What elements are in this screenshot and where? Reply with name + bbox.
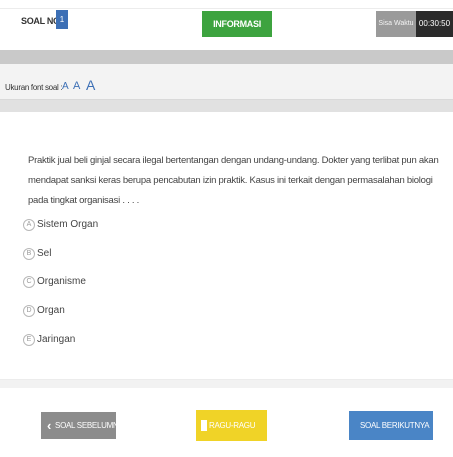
option-label: Jaringan bbox=[37, 334, 76, 345]
option-label: Organisme bbox=[37, 276, 86, 287]
previous-question-button[interactable]: ‹ SOAL SEBELUMNYA bbox=[41, 412, 128, 439]
sisa-waktu-label: Sisa Waktu bbox=[376, 11, 416, 37]
option-label: Organ bbox=[37, 305, 65, 316]
font-size-label: Ukuran font soal : bbox=[5, 83, 63, 92]
option-label: Sistem Organ bbox=[37, 219, 99, 230]
option-label: Sel bbox=[37, 248, 52, 259]
chevron-right-icon: › bbox=[433, 418, 438, 434]
timer-display: 00:30:50 bbox=[416, 11, 453, 37]
informasi-soal-button[interactable]: INFORMASI SOAL bbox=[202, 11, 272, 55]
font-size-large-button[interactable]: A bbox=[86, 77, 95, 93]
ragu-button-label: RAGU-RAGU bbox=[209, 421, 256, 430]
bottom-band bbox=[0, 380, 453, 388]
top-strip bbox=[0, 0, 453, 8]
chevron-left-icon: ‹ bbox=[47, 418, 52, 434]
option-radio[interactable]: B bbox=[23, 248, 35, 260]
checkbox-icon bbox=[201, 420, 207, 431]
soal-number-badge: 1 bbox=[56, 10, 68, 29]
option-radio[interactable]: A bbox=[23, 219, 35, 231]
option-radio[interactable]: D bbox=[23, 305, 35, 317]
ragu-ragu-button[interactable]: RAGU-RAGU bbox=[196, 410, 267, 441]
question-text: Praktik jual beli ginjal secara ilegal b… bbox=[28, 155, 439, 206]
option-radio[interactable]: C bbox=[23, 276, 35, 288]
option-radio[interactable]: E bbox=[23, 334, 35, 346]
next-question-button[interactable]: SOAL BERIKUTNYA › bbox=[349, 411, 438, 440]
content-top-band bbox=[0, 100, 453, 112]
header-separator-band bbox=[0, 50, 453, 64]
next-button-label: SOAL BERIKUTNYA bbox=[360, 421, 430, 430]
font-size-medium-button[interactable]: A bbox=[73, 80, 80, 92]
previous-button-label: SOAL SEBELUMNYA bbox=[55, 421, 128, 430]
font-size-small-button[interactable]: A bbox=[62, 81, 69, 92]
